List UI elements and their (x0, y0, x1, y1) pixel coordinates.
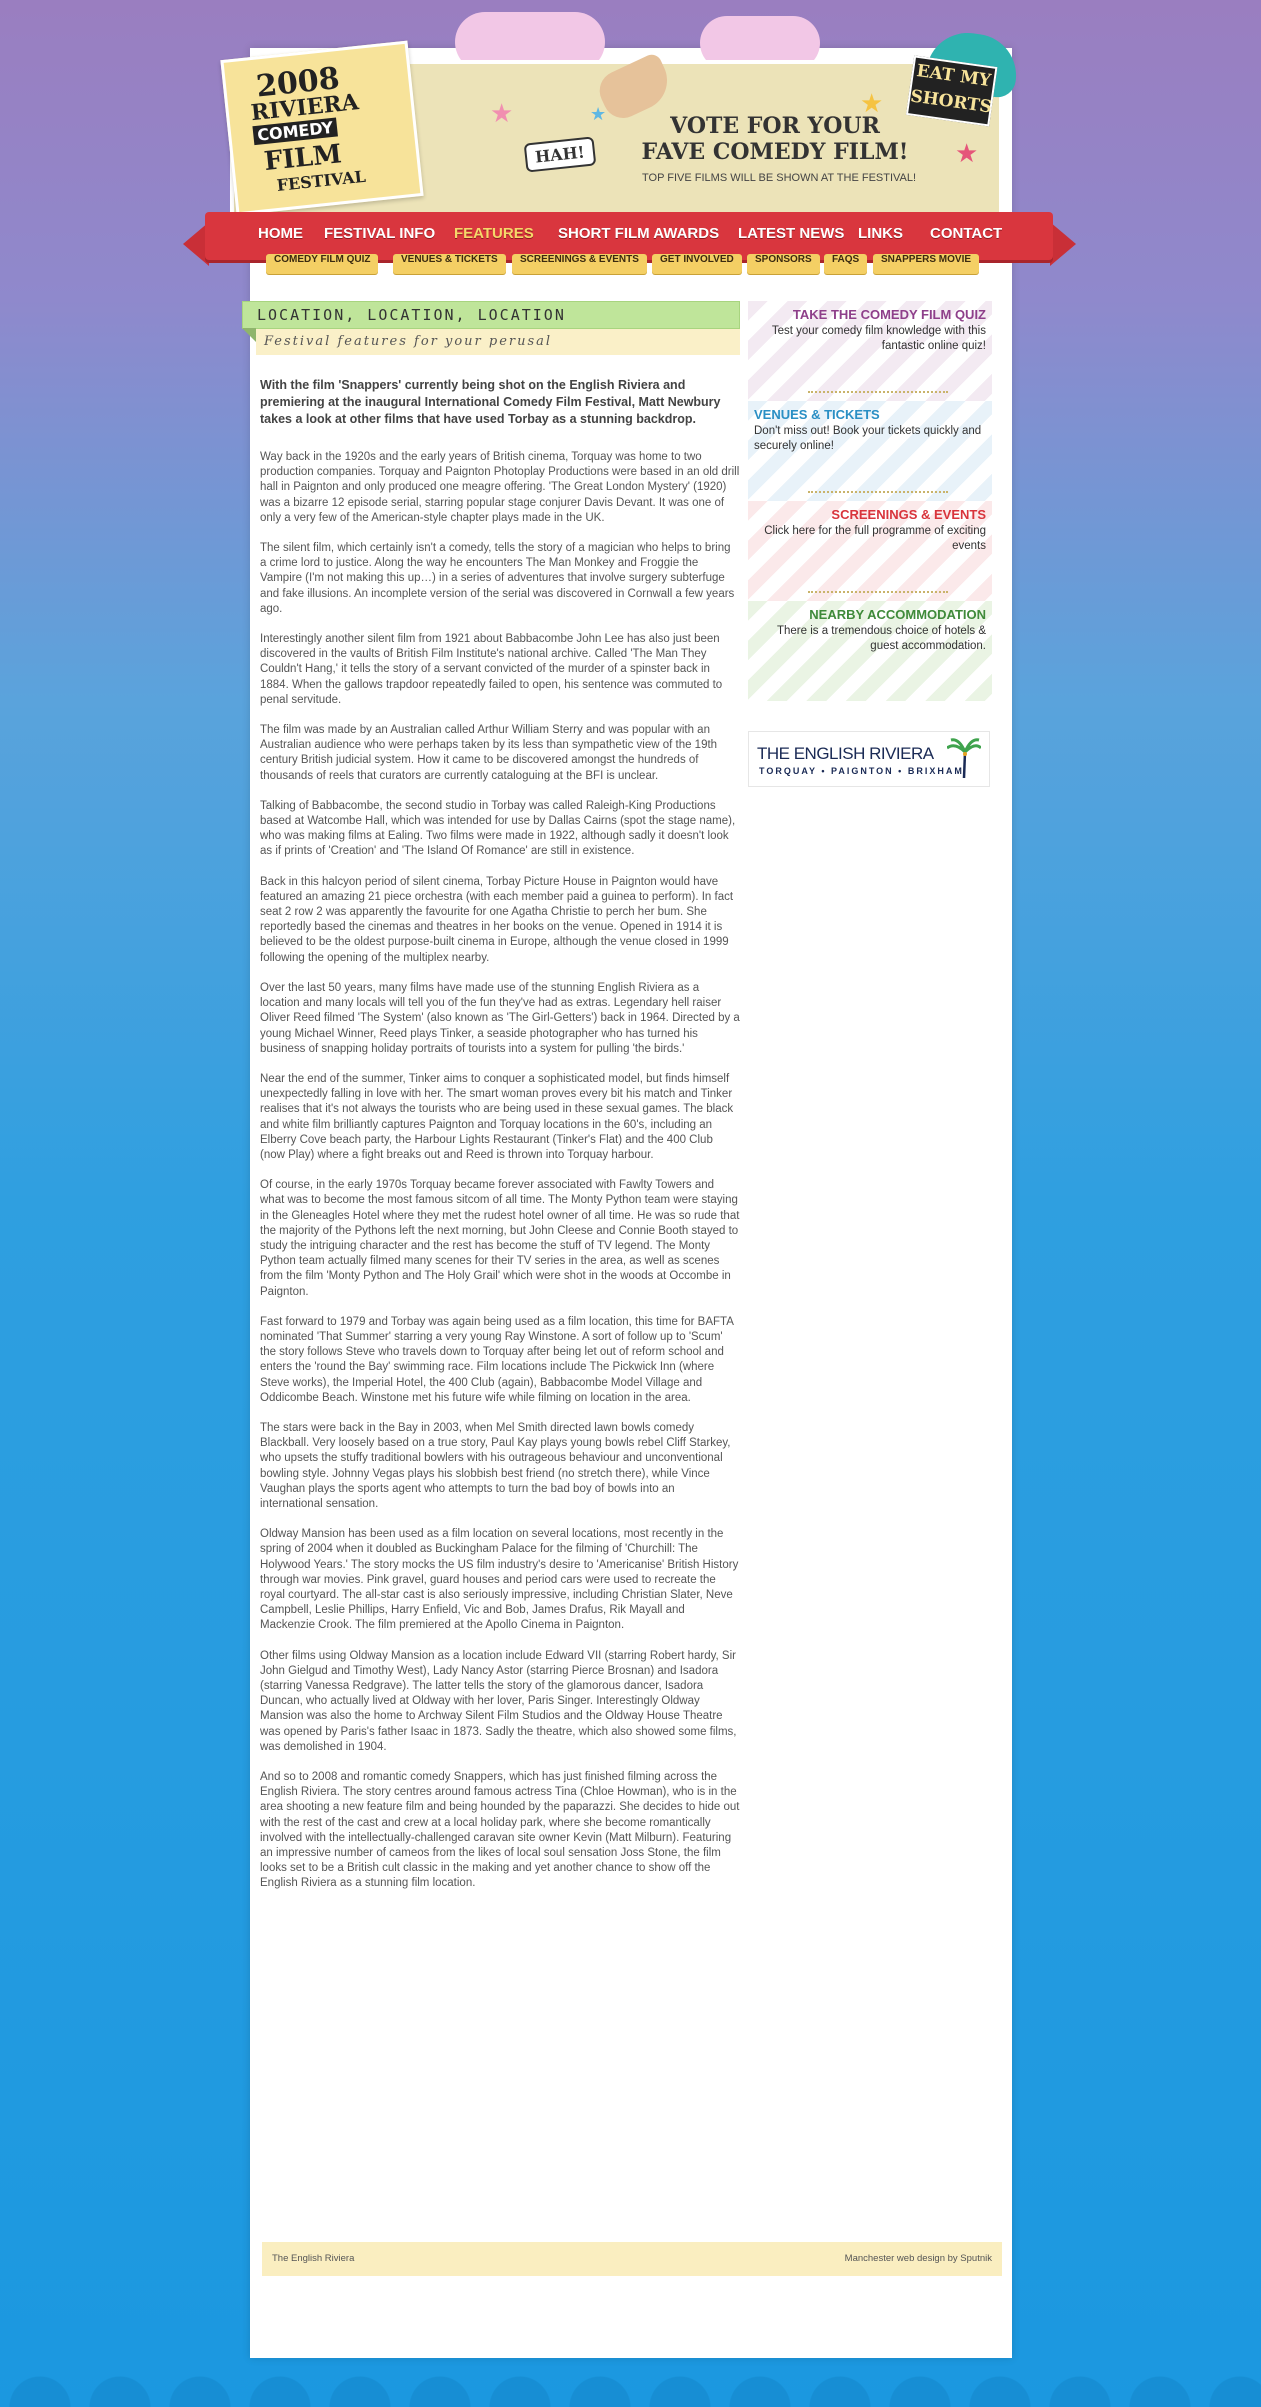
article-paragraph: Other films using Oldway Mansion as a lo… (260, 1649, 737, 1753)
nav-features[interactable]: FEATURES (448, 222, 540, 245)
top-five-note: TOP FIVE FILMS WILL BE SHOWN AT THE FEST… (642, 172, 917, 184)
promo-0[interactable]: TAKE THE COMEDY FILM QUIZ Test your comed… (748, 301, 992, 401)
promo-3[interactable]: NEARBY ACCOMMODATION There is a tremendou… (748, 601, 992, 701)
riviera-logo-towns: TORQUAY • PAIGNTON • BRIXHAM (759, 766, 964, 776)
vote-line-1: VOTE FOR YOUR (670, 113, 880, 139)
vote-line-2: FAVE COMEDY FILM! (641, 139, 909, 165)
footer-english-riviera-link[interactable]: The English Riviera (272, 2242, 354, 2276)
promo-divider (808, 381, 948, 393)
promo-1[interactable]: VENUES & TICKETS Don't miss out! Book you… (748, 401, 992, 501)
subnav-sponsors[interactable]: SPONSORS (747, 254, 820, 274)
promo-divider (808, 581, 948, 593)
article-paragraph: Back in this halcyon period of silent ci… (260, 875, 734, 964)
subnav-comedy-film-quiz[interactable]: COMEDY FILM QUIZ (266, 254, 379, 274)
article-paragraph: Way back in the 1920s and the early year… (260, 451, 740, 524)
promo-title: TAKE THE COMEDY FILM QUIZ (792, 307, 986, 322)
footer-credit-link[interactable]: Manchester web design by Sputnik (845, 2242, 992, 2276)
subnav-faqs[interactable]: FAQS (824, 254, 868, 274)
article-body: With the film 'Snappers' currently being… (260, 377, 740, 1892)
article-paragraph: Talking of Babbacombe, the second studio… (260, 799, 736, 858)
nav-short-film-awards[interactable]: SHORT FILM AWARDS (552, 222, 725, 245)
article-lead: With the film 'Snappers' currently being… (260, 378, 721, 426)
ribbon-tail-right (1050, 222, 1076, 266)
promo-text: Click here for the full programme of exc… (764, 525, 986, 552)
main-content: LOCATION, LOCATION, LOCATION Festival fe… (242, 301, 740, 1907)
sidebar: TAKE THE COMEDY FILM QUIZ Test your comed… (748, 301, 992, 787)
palm-tree-icon (947, 738, 981, 778)
promo-title: SCREENINGS & EVENTS (831, 507, 986, 522)
article-paragraph: Near the end of the summer, Tinker aims … (260, 1072, 734, 1161)
page-title: LOCATION, LOCATION, LOCATION (242, 301, 740, 329)
promo-2[interactable]: SCREENINGS & EVENTS Click here for the fu… (748, 501, 992, 601)
article-paragraph: The film was made by an Australian calle… (260, 724, 718, 782)
subnav-snappers-movie[interactable]: SNAPPERS MOVIE (873, 254, 980, 274)
nav-home[interactable]: HOME (252, 222, 309, 245)
article-paragraph: The silent film, which certainly isn't a… (260, 542, 735, 615)
nav-latest-news[interactable]: LATEST NEWS (732, 222, 850, 245)
promo-text: Test your comedy film knowledge with thi… (771, 325, 986, 352)
article-paragraph: Oldway Mansion has been used as a film l… (260, 1528, 739, 1632)
promo-text: Don't miss out! Book your tickets quickl… (754, 425, 982, 452)
article-paragraph: Fast forward to 1979 and Torbay was agai… (260, 1315, 734, 1404)
promo-divider (808, 481, 948, 493)
riviera-logo-title: THE ENGLISH RIVIERA (757, 744, 934, 763)
article-paragraph: The stars were back in the Bay in 2003, … (260, 1421, 731, 1510)
badge-text: EAT MY SHORTS (905, 55, 998, 127)
star-icon: ★ (490, 98, 514, 128)
article-paragraph: And so to 2008 and romantic comedy Snapp… (260, 1771, 740, 1890)
subnav-venues-tickets[interactable]: VENUES & TICKETS (393, 254, 506, 274)
page-subtitle: Festival features for your perusal (256, 329, 740, 355)
festival-logo[interactable]: 2008 RIVIERA COMEDY FILM FESTIVAL (220, 40, 424, 216)
vote-headline[interactable]: VOTE FOR YOUR FAVE COMEDY FILM! (640, 113, 910, 165)
nav-contact[interactable]: CONTACT (924, 222, 1008, 245)
article-paragraph: Interestingly another silent film from 1… (260, 633, 723, 706)
star-icon: ★ (590, 104, 607, 124)
eat-my-shorts-badge: EAT MY SHORTS (899, 25, 1022, 139)
footer: The English Riviera Manchester web desig… (262, 2242, 1002, 2276)
english-riviera-logo[interactable]: THE ENGLISH RIVIERA TORQUAY • PAIGNTON •… (748, 731, 990, 787)
title-fold (242, 328, 256, 342)
promo-text: There is a tremendous choice of hotels &… (776, 625, 986, 652)
article-paragraph: Of course, in the early 1970s Torquay be… (260, 1179, 740, 1298)
subnav-get-involved[interactable]: GET INVOLVED (652, 254, 742, 274)
article-paragraphs: Way back in the 1920s and the early year… (260, 450, 740, 1892)
promo-title: NEARBY ACCOMMODATION (809, 607, 986, 622)
nav-festival-info[interactable]: FESTIVAL INFO (318, 222, 441, 245)
nav-links[interactable]: LINKS (852, 222, 909, 245)
article-paragraph: Over the last 50 years, many films have … (260, 981, 740, 1055)
subnav-screenings-events[interactable]: SCREENINGS & EVENTS (512, 254, 647, 274)
star-icon: ★ (955, 138, 979, 168)
promo-list: TAKE THE COMEDY FILM QUIZ Test your comed… (748, 301, 992, 701)
promo-title: VENUES & TICKETS (754, 407, 880, 422)
